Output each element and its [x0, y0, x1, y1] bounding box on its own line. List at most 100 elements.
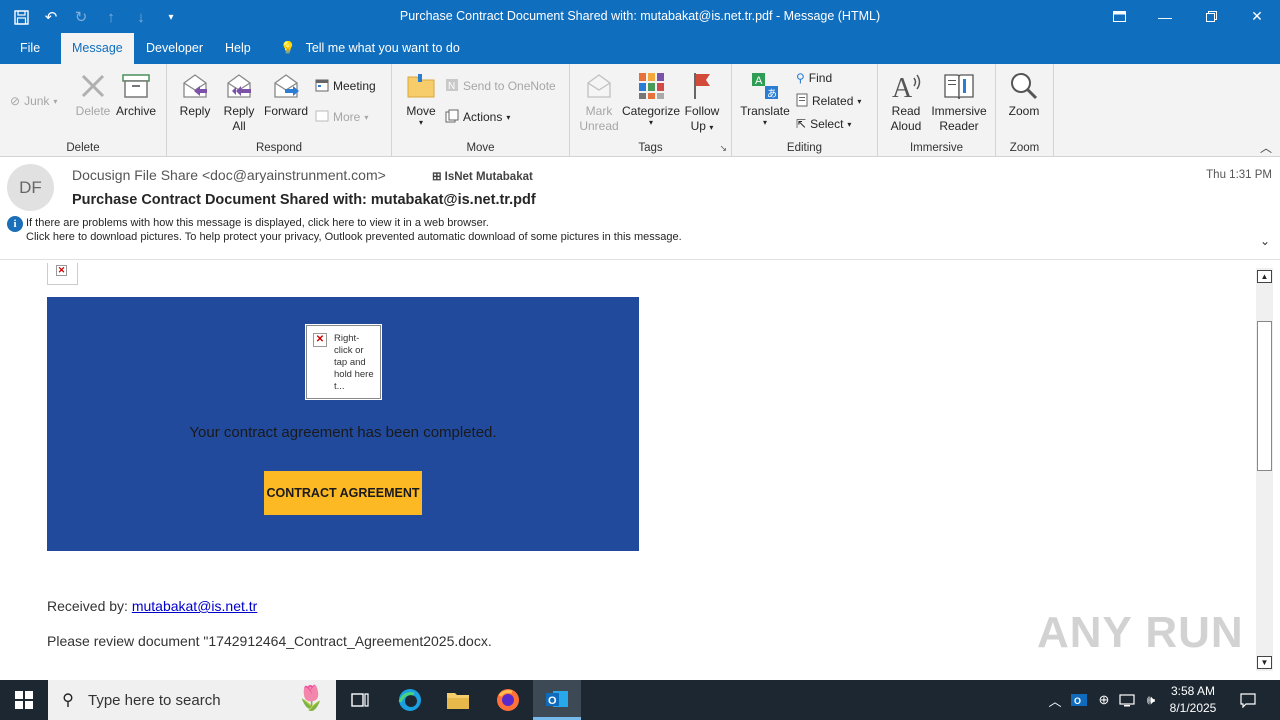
clock-time: 3:58 AM [1170, 684, 1216, 698]
move-group: Move ▾ N Send to OneNote Actions ▾ Move [392, 64, 570, 157]
file-explorer-icon[interactable] [434, 680, 482, 720]
magnifier-icon [1008, 70, 1040, 102]
scroll-down-icon[interactable]: ▼ [1257, 656, 1272, 669]
collapse-ribbon-icon[interactable]: ︿ [1260, 139, 1272, 156]
info-icon: i [7, 216, 23, 232]
read-aloud-icon: A [890, 70, 922, 102]
find-icon: ⚲ [796, 71, 805, 85]
forward-button[interactable]: Forward [262, 70, 310, 119]
tab-developer[interactable]: Developer [135, 33, 214, 64]
find-button[interactable]: ⚲ Find [796, 68, 832, 88]
svg-text:A: A [892, 73, 913, 102]
windows-logo-icon [15, 691, 33, 709]
move-group-label: Move [466, 142, 495, 154]
select-button[interactable]: ⇱ Select ▾ [796, 114, 851, 134]
more-button[interactable]: More ▾ [315, 107, 368, 127]
network-icon[interactable] [1116, 680, 1138, 720]
send-to-onenote-button[interactable]: N Send to OneNote [445, 76, 556, 96]
taskbar-search[interactable]: ⚲ Type here to search 🌷 [48, 680, 336, 720]
reply-button[interactable]: Reply [175, 70, 215, 119]
cursor-icon: ⇱ [796, 117, 807, 131]
reply-all-button[interactable]: Reply All [219, 70, 259, 134]
follow-up-button[interactable]: Follow Up ▾ [682, 70, 722, 135]
zoom-group-label: Zoom [1009, 142, 1040, 154]
close-icon[interactable]: ✕ [1234, 0, 1280, 33]
forward-icon [270, 70, 302, 102]
immersive-reader-button[interactable]: Immersive Reader [928, 70, 990, 134]
actions-button[interactable]: Actions ▾ [445, 107, 510, 127]
firefox-icon[interactable] [484, 680, 532, 720]
svg-text:あ: あ [767, 88, 777, 100]
message-header: DF Docusign File Share <doc@aryainstrunm… [0, 158, 1280, 260]
mark-unread-button[interactable]: Mark Unread [577, 70, 621, 134]
tab-message[interactable]: Message [61, 33, 134, 64]
categorize-icon [635, 70, 667, 102]
zoom-button[interactable]: Zoom [1002, 70, 1046, 119]
immersive-reader-icon [943, 70, 975, 102]
more-icon [315, 109, 329, 126]
vertical-scrollbar[interactable]: ▲ ▼ [1256, 268, 1273, 671]
info-line-pictures[interactable]: Click here to download pictures. To help… [26, 231, 682, 243]
scroll-thumb[interactable] [1257, 321, 1272, 471]
translate-button[interactable]: Aあ Translate ▾ [738, 70, 792, 127]
notifications-icon[interactable] [1234, 680, 1262, 720]
contract-agreement-button[interactable]: CONTRACT AGREEMENT [264, 471, 422, 515]
task-view-icon[interactable] [336, 680, 384, 720]
avatar: DF [7, 164, 54, 211]
tab-file[interactable]: File [9, 33, 51, 64]
volume-icon[interactable]: 🕪 [1140, 680, 1162, 720]
ribbon-tab-bar: File Message Developer Help 💡 Tell me wha… [0, 33, 1280, 64]
meeting-icon [315, 78, 329, 95]
window-controls: — ✕ [1096, 0, 1280, 33]
tab-help[interactable]: Help [214, 33, 262, 64]
recipient[interactable]: ⊞ IsNet Mutabakat [432, 169, 533, 183]
delete-group-label: Delete [66, 142, 100, 154]
message-subject: Purchase Contract Document Shared with: … [72, 192, 536, 208]
edge-icon[interactable] [386, 680, 434, 720]
show-hidden-icons-icon[interactable]: ︿ [1046, 680, 1064, 720]
received-by-label: Received by: [47, 598, 132, 614]
junk-icon: ⊘ [10, 94, 21, 108]
broken-image-icon: ✕ [313, 333, 327, 347]
zoom-group: Zoom Zoom [996, 64, 1054, 157]
svg-text:A: A [755, 75, 763, 87]
clock-date: 8/1/2025 [1169, 701, 1217, 715]
junk-button[interactable]: ⊘ Junk ▾ [10, 91, 57, 111]
tell-me-box[interactable]: 💡 Tell me what you want to do [280, 33, 460, 64]
read-aloud-button[interactable]: A Read Aloud [884, 70, 928, 134]
search-highlight-icon: 🌷 [296, 685, 326, 712]
info-line-browser[interactable]: If there are problems with how this mess… [26, 217, 489, 229]
archive-button[interactable]: Archive [114, 70, 158, 119]
meet-now-icon[interactable]: ⊕ [1093, 680, 1115, 720]
editing-group: Aあ Translate ▾ ⚲ Find Related ▾ ⇱ Select ▾ E… [732, 64, 878, 157]
minimize-icon[interactable]: — [1142, 0, 1188, 33]
review-text: Please review document "1742912464_Contr… [47, 633, 492, 649]
related-button[interactable]: Related ▾ [796, 91, 861, 111]
respond-group-label: Respond [255, 142, 303, 154]
archive-icon [120, 70, 152, 102]
respond-group: Reply Reply All Forward Meeting More ▾ Re… [167, 64, 392, 157]
watermark: ANY RUN [1037, 608, 1244, 657]
categorize-button[interactable]: Categorize ▾ [622, 70, 680, 127]
search-placeholder: Type here to search [88, 691, 221, 709]
outlook-tray-icon[interactable]: O [1068, 680, 1090, 720]
delete-group: ⊘ Junk ▾ Delete Archive Delete [0, 64, 167, 157]
received-by-email-link[interactable]: mutabakat@is.net.tr [132, 598, 258, 614]
svg-text:N: N [448, 81, 455, 92]
start-button[interactable] [0, 680, 48, 720]
sender[interactable]: Docusign File Share <doc@aryainstrunment… [72, 167, 386, 183]
ribbon-display-options-icon[interactable] [1096, 0, 1142, 33]
restore-icon[interactable] [1188, 0, 1234, 33]
meeting-button[interactable]: Meeting [315, 76, 376, 96]
window-title: Purchase Contract Document Shared with: … [399, 9, 881, 23]
tags-group-label: Tags [638, 142, 663, 154]
svg-text:O: O [1074, 696, 1081, 706]
taskbar-clock[interactable]: 3:58 AM 8/1/2025 [1160, 683, 1226, 717]
delete-button[interactable]: Delete [73, 70, 113, 119]
related-icon [796, 93, 808, 110]
image-placeholder[interactable]: ✕ Right-click or tap and hold here t... [305, 324, 382, 400]
expand-header-icon[interactable]: ⌄ [1260, 234, 1270, 248]
outlook-taskbar-icon[interactable]: O [533, 680, 581, 720]
scroll-up-icon[interactable]: ▲ [1257, 270, 1272, 283]
move-button[interactable]: Move ▾ [402, 70, 440, 127]
